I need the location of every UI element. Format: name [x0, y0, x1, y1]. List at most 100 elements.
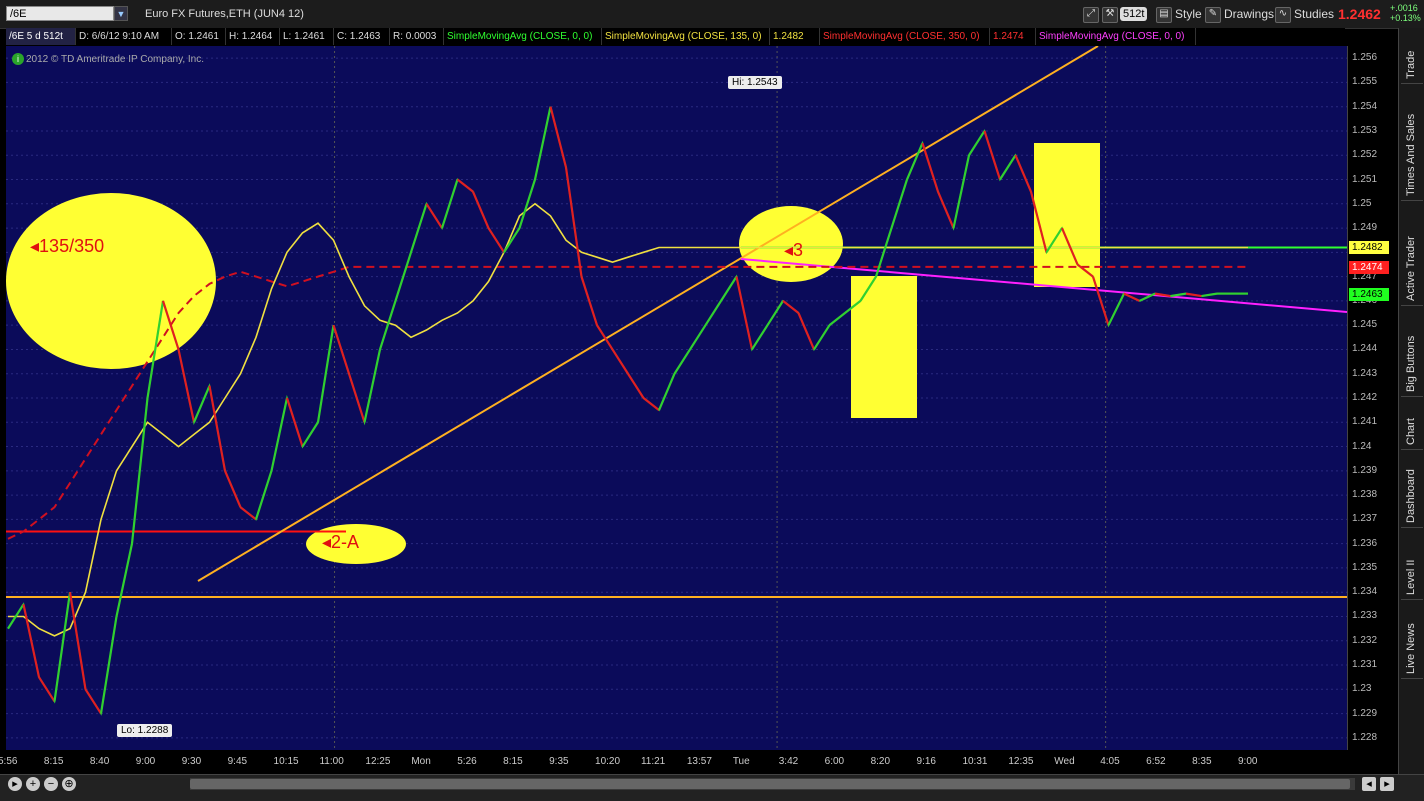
side-tab[interactable]: Chart [1401, 402, 1423, 450]
side-tab[interactable]: Level II [1401, 533, 1423, 600]
bar-range: R: 0.0003 [390, 28, 444, 45]
x-tick-label: 11:00 [319, 756, 344, 767]
crosshair-icon[interactable]: ⤢ [1083, 5, 1102, 23]
aggregation-button[interactable]: 512t [1120, 7, 1148, 21]
x-tick-label: Tue [732, 756, 750, 767]
x-tick-label: 9:30 [181, 756, 202, 767]
x-tick-label: 6:00 [824, 756, 845, 767]
y-tick-label: 1.238 [1352, 489, 1378, 501]
x-tick-label: 10:20 [595, 756, 621, 767]
side-tab[interactable]: Live News [1401, 605, 1423, 679]
time-axis[interactable]: 5:56 8:15 8:40 9:00 9:30 9:45 10:15 11:00 12:25 M… [0, 750, 1347, 774]
scroll-right-icon[interactable]: ▸ [1380, 777, 1394, 791]
y-tick-label: 1.233 [1352, 610, 1378, 622]
annotation-135-350-text: 135/350 [39, 236, 105, 256]
highlight-box-1 [851, 276, 917, 418]
side-tab-label: Level II [1405, 559, 1417, 595]
style-icon: ▤ [1156, 6, 1172, 23]
side-tab-label: Live News [1405, 622, 1417, 674]
study-sma-1[interactable]: SimpleMovingAvg (CLOSE, 0, 0) [444, 28, 602, 45]
y-tick-label: 1.239 [1352, 464, 1378, 476]
zoom-out-icon[interactable]: − [44, 777, 58, 791]
x-tick-label: 10:15 [273, 756, 299, 767]
bar-open: O: 1.2461 [172, 28, 226, 45]
x-tick-label: 8:15 [43, 756, 64, 767]
side-tab-label: Active Trader [1405, 235, 1417, 301]
style-button[interactable]: ▤ Style [1156, 5, 1202, 23]
y-tick-label: 1.252 [1352, 149, 1378, 161]
scrollbar-thumb[interactable] [190, 779, 1350, 789]
x-tick-label: 9:00 [135, 756, 156, 767]
x-tick-label: Wed [1054, 756, 1075, 767]
y-tick-label: 1.237 [1352, 513, 1378, 525]
info-icon[interactable]: i [12, 53, 24, 65]
study-sma-135[interactable]: SimpleMovingAvg (CLOSE, 135, 0) [602, 28, 770, 45]
x-tick-label: 9:45 [227, 756, 248, 767]
annotation-2a-text: 2-A [331, 532, 360, 552]
symbol-input[interactable]: /6E [6, 6, 114, 21]
annotation-3-text: 3 [793, 240, 804, 260]
bar-close: C: 1.2463 [334, 28, 390, 45]
last-price: 1.2462 [1338, 6, 1381, 22]
horizontal-scrollbar[interactable] [190, 778, 1355, 790]
y-tick-label: 1.254 [1352, 100, 1378, 112]
side-tab[interactable]: Trade [1401, 36, 1423, 84]
price-tag: 1.2463 [1349, 287, 1389, 301]
price-axis[interactable]: 1.256 1.255 1.254 1.253 1.252 1.251 1.25 1.249 1… [1347, 46, 1395, 750]
side-tab[interactable]: Dashboard [1401, 455, 1423, 528]
y-tick-label: 1.234 [1352, 586, 1378, 598]
y-tick-label: 1.245 [1352, 319, 1378, 331]
drawings-button[interactable]: ✎ Drawings [1205, 5, 1274, 23]
x-tick-label: 3:42 [778, 756, 799, 767]
y-tick-label: 1.25 [1352, 197, 1372, 209]
price-chart[interactable] [6, 46, 1347, 750]
low-callout: Lo: 1.2288 [117, 724, 173, 737]
study-sma-magenta[interactable]: SimpleMovingAvg (CLOSE, 0, 0) [1036, 28, 1196, 45]
x-tick-label: 8:40 [89, 756, 110, 767]
side-tab-label: Trade [1405, 50, 1417, 79]
price-tag: 1.2474 [1349, 260, 1389, 274]
y-tick-label: 1.242 [1352, 392, 1378, 403]
crosshair-mode-icon[interactable]: ⊕ [62, 777, 76, 791]
side-tab[interactable]: Times And Sales [1401, 89, 1423, 201]
change-percent: +0.13% [1390, 13, 1421, 23]
chart-header: /6E 5 d 512t D: 6/6/12 9:10 AM O: 1.2461… [6, 28, 1345, 45]
wrench-icon[interactable]: ⚒ [1102, 5, 1121, 23]
annotation-2a: ◂2-A [322, 532, 360, 552]
x-tick-label: 6:52 [1146, 756, 1166, 767]
x-tick-label: 8:15 [503, 756, 523, 767]
x-tick-label: 13:57 [686, 756, 712, 767]
studies-button[interactable]: ∿ Studies [1275, 5, 1334, 23]
y-tick-label: 1.255 [1352, 76, 1378, 88]
x-tick-label: 10:31 [962, 756, 988, 767]
x-tick-label: 12:35 [1008, 756, 1034, 767]
annotation-ellipse-135-350 [6, 193, 216, 369]
y-tick-label: 1.23 [1352, 683, 1372, 695]
x-tick-label: 8:35 [1192, 756, 1212, 767]
zoom-in-icon[interactable]: + [26, 777, 40, 791]
study-sma-350[interactable]: SimpleMovingAvg (CLOSE, 350, 0) [820, 28, 990, 45]
y-tick-label: 1.243 [1352, 367, 1378, 379]
annotation-3: ◂3 [784, 240, 804, 260]
y-tick-label: 1.244 [1352, 343, 1378, 355]
studies-icon: ∿ [1275, 6, 1291, 23]
x-tick-label: 9:35 [549, 756, 569, 767]
y-tick-label: 1.251 [1352, 173, 1378, 185]
x-tick-label: 5:56 [0, 756, 18, 767]
symbol-period[interactable]: /6E 5 d 512t [6, 28, 76, 45]
x-tick-label: 11:21 [640, 756, 666, 767]
y-tick-label: 1.236 [1352, 537, 1378, 549]
highlight-box-2 [1034, 143, 1100, 287]
high-callout: Hi: 1.2543 [728, 76, 782, 89]
pencil-icon: ✎ [1205, 6, 1221, 23]
study-sma-350-value: 1.2474 [990, 28, 1036, 45]
scroll-left-icon[interactable]: ◂ [1362, 777, 1376, 791]
x-tick-label: 4:05 [1100, 756, 1120, 767]
chevron-down-icon[interactable]: ▼ [114, 6, 128, 21]
side-tab[interactable]: Active Trader [1401, 206, 1423, 306]
y-tick-label: 1.241 [1352, 416, 1378, 428]
symbol-description: Euro FX Futures,ETH (JUN4 12) [145, 8, 304, 20]
pan-icon[interactable]: ▸ [8, 777, 22, 791]
side-tab[interactable]: Big Buttons [1401, 311, 1423, 397]
x-tick-label: 12:25 [365, 756, 391, 767]
